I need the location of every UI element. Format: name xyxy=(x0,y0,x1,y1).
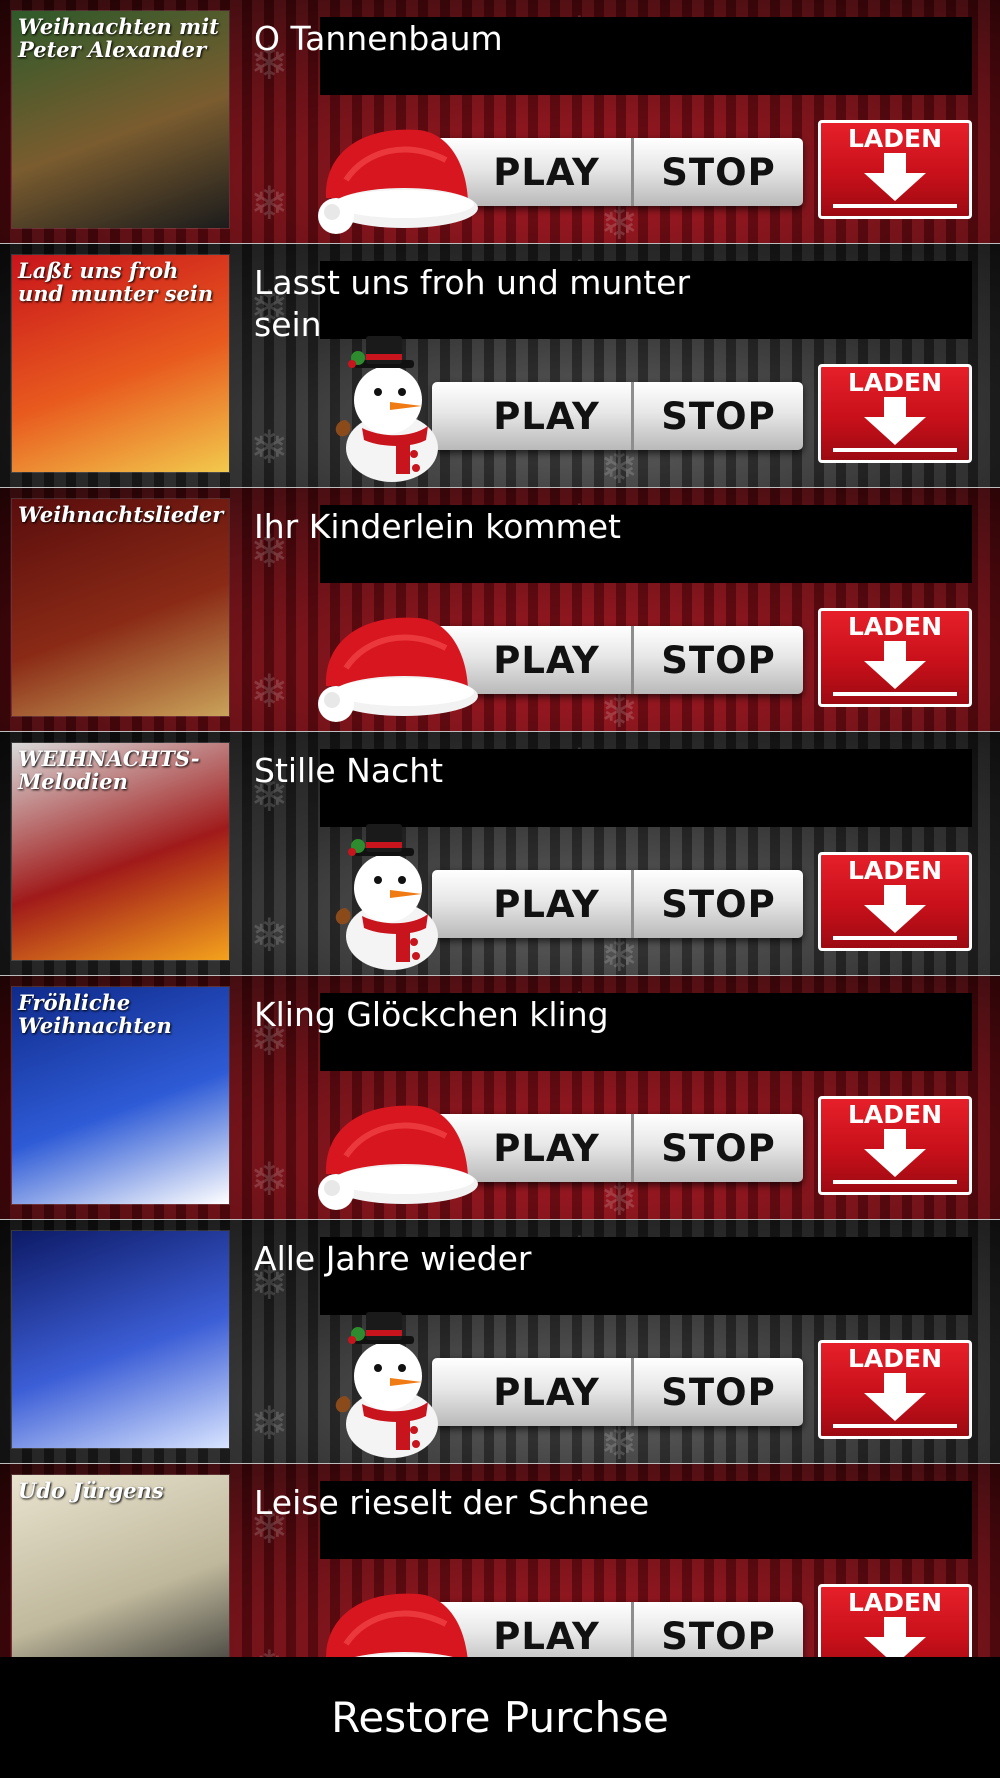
download-label: LADEN xyxy=(847,368,943,397)
song-title: O Tannenbaum xyxy=(254,19,503,58)
santa-hat-icon xyxy=(306,120,478,236)
download-label: LADEN xyxy=(847,124,943,153)
playback-controls: PLAY STOP xyxy=(432,1358,803,1426)
album-cover xyxy=(12,1231,229,1448)
snowflake-decoration-icon: ❄ xyxy=(600,440,639,488)
download-baseline xyxy=(833,936,957,940)
download-baseline xyxy=(833,204,957,208)
footer-bar: Restore Purchse xyxy=(0,1657,1000,1778)
song-row: ❄❄❄❄❄❄Udo JürgensLeise rieselt der Schne… xyxy=(0,1464,1000,1657)
download-arrow-icon xyxy=(860,885,930,933)
snowflake-decoration-icon: ❄ xyxy=(250,176,289,230)
album-cover-text: WEIHNACHTS-Melodien xyxy=(18,746,200,795)
snowflake-decoration-icon: ❄ xyxy=(600,1416,639,1464)
playback-controls: PLAY STOP xyxy=(432,626,803,694)
download-baseline xyxy=(833,448,957,452)
download-arrow-icon xyxy=(860,1617,930,1657)
playback-controls: PLAY STOP xyxy=(432,1602,803,1657)
album-cover-text: Weihnachten mit Peter Alexander xyxy=(18,14,219,63)
snowflake-decoration-icon: ❄ xyxy=(250,420,289,474)
song-title: Leise rieselt der Schnee xyxy=(254,1483,650,1522)
song-row: ❄❄❄❄❄❄Alle Jahre wiederPLAYSTOPLADEN xyxy=(0,1220,1000,1464)
album-cover: Weihnachten mit Peter Alexander xyxy=(12,11,229,228)
download-button[interactable]: LADEN xyxy=(818,364,972,463)
download-baseline xyxy=(833,1180,957,1184)
download-arrow-icon xyxy=(860,641,930,689)
snowflake-decoration-icon: ❄ xyxy=(250,664,289,718)
song-title: Lasst uns froh und munter sein xyxy=(254,263,691,344)
song-title: Alle Jahre wieder xyxy=(254,1239,532,1278)
download-button[interactable]: LADEN xyxy=(818,852,972,951)
download-label: LADEN xyxy=(847,1344,943,1373)
santa-hat-icon xyxy=(306,1584,478,1657)
snowman-icon xyxy=(322,336,462,484)
snowflake-decoration-icon: ❄ xyxy=(600,684,639,732)
download-button[interactable]: LADEN xyxy=(818,1096,972,1195)
song-row: ❄❄❄❄❄❄Laßt uns froh und munter seinLasst… xyxy=(0,244,1000,488)
song-title: Kling Glöckchen kling xyxy=(254,995,609,1034)
snowman-icon xyxy=(322,824,462,972)
stop-button[interactable]: STOP xyxy=(634,626,803,694)
stop-button[interactable]: STOP xyxy=(634,1358,803,1426)
app-screen: ❄ ❄ ❄ ❄ ❄ ❄ Weihnachten mit Peter Alexander O T… xyxy=(0,0,1000,1778)
album-cover: WEIHNACHTS-Melodien xyxy=(12,743,229,960)
album-cover-text: Laßt uns froh und munter sein xyxy=(18,258,214,307)
album-cover-text: Weihnachtslieder xyxy=(18,502,224,527)
download-label: LADEN xyxy=(847,1588,943,1617)
album-cover-text: Fröhliche Weihnachten xyxy=(18,990,172,1039)
download-label: LADEN xyxy=(847,856,943,885)
song-row: ❄❄❄❄❄❄Weihnachten mit Peter AlexanderO T… xyxy=(0,0,1000,244)
download-arrow-icon xyxy=(860,397,930,445)
playback-controls: PLAY STOP xyxy=(432,870,803,938)
download-button[interactable]: LADEN xyxy=(818,608,972,707)
snowflake-decoration-icon: ❄ xyxy=(600,1172,639,1220)
song-row: ❄❄❄❄❄❄Fröhliche WeihnachtenKling Glöckch… xyxy=(0,976,1000,1220)
snowflake-decoration-icon: ❄ xyxy=(250,1644,289,1657)
download-arrow-icon xyxy=(860,1373,930,1421)
play-button[interactable]: PLAY xyxy=(432,870,634,938)
song-title: Ihr Kinderlein kommet xyxy=(254,507,621,546)
snowflake-decoration-icon: ❄ xyxy=(600,928,639,976)
album-cover: Udo Jürgens xyxy=(12,1475,229,1657)
song-row: ❄❄❄❄❄❄WEIHNACHTS-MelodienStille NachtPLA… xyxy=(0,732,1000,976)
stop-button[interactable]: STOP xyxy=(634,1114,803,1182)
snowflake-decoration-icon: ❄ xyxy=(250,908,289,962)
play-button[interactable]: PLAY xyxy=(432,382,634,450)
snowflake-decoration-icon: ❄ xyxy=(250,1396,289,1450)
download-label: LADEN xyxy=(847,1100,943,1129)
download-button[interactable]: LADEN xyxy=(818,1340,972,1439)
playback-controls: PLAY STOP xyxy=(432,1114,803,1182)
album-cover: Fröhliche Weihnachten xyxy=(12,987,229,1204)
snowflake-decoration-icon: ❄ xyxy=(250,1152,289,1206)
snowman-icon xyxy=(322,1312,462,1460)
santa-hat-icon xyxy=(306,608,478,724)
album-cover: Weihnachtslieder xyxy=(12,499,229,716)
download-label: LADEN xyxy=(847,612,943,641)
download-baseline xyxy=(833,692,957,696)
song-list[interactable]: ❄ ❄ ❄ ❄ ❄ ❄ Weihnachten mit Peter Alexander O T… xyxy=(0,0,1000,1657)
restore-purchase-button[interactable]: Restore Purchse xyxy=(331,1693,669,1742)
album-cover: Laßt uns froh und munter sein xyxy=(12,255,229,472)
stop-button[interactable]: STOP xyxy=(634,138,803,206)
download-baseline xyxy=(833,1424,957,1428)
play-button[interactable]: PLAY xyxy=(432,1358,634,1426)
download-arrow-icon xyxy=(860,1129,930,1177)
snowflake-decoration-icon: ❄ xyxy=(600,196,639,244)
song-row: ❄❄❄❄❄❄WeihnachtsliederIhr Kinderlein kom… xyxy=(0,488,1000,732)
stop-button[interactable]: STOP xyxy=(634,382,803,450)
stop-button[interactable]: STOP xyxy=(634,870,803,938)
playback-controls: PLAY STOP xyxy=(432,138,803,206)
download-arrow-icon xyxy=(860,153,930,201)
playback-controls: PLAY STOP xyxy=(432,382,803,450)
download-button[interactable]: LADEN xyxy=(818,120,972,219)
stop-button[interactable]: STOP xyxy=(634,1602,803,1658)
download-button[interactable]: LADEN xyxy=(818,1584,972,1657)
song-title: Stille Nacht xyxy=(254,751,444,790)
album-cover-text: Udo Jürgens xyxy=(18,1478,164,1503)
santa-hat-icon xyxy=(306,1096,478,1212)
